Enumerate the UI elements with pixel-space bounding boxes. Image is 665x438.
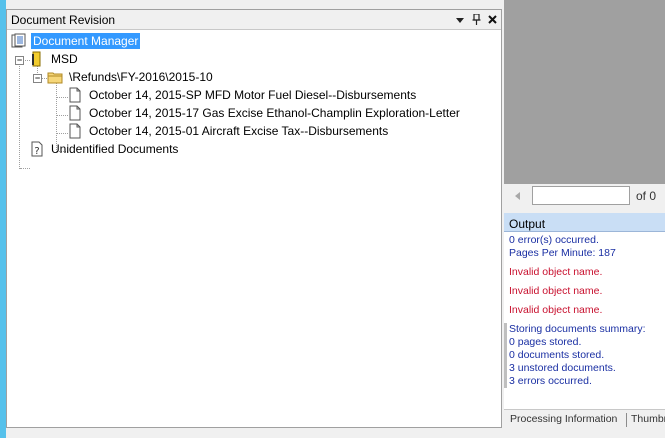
svg-text:?: ? bbox=[34, 146, 39, 157]
output-line: 0 documents stored. bbox=[509, 349, 605, 361]
output-line: Invalid object name. bbox=[509, 285, 603, 297]
close-icon[interactable] bbox=[487, 13, 497, 26]
document-revision-pane: Document Revision − − Document Manager M… bbox=[6, 9, 502, 428]
folder-icon bbox=[47, 69, 63, 85]
tab-processing-information[interactable]: Processing Information bbox=[510, 413, 617, 425]
tree-node-document[interactable]: October 14, 2015-SP MFD Motor Fuel Diese… bbox=[67, 86, 418, 104]
output-line: 3 errors occurred. bbox=[509, 375, 592, 387]
output-log: 0 error(s) occurred. Pages Per Minute: 1… bbox=[504, 232, 665, 388]
tree-node-label: October 14, 2015-01 Aircraft Excise Tax-… bbox=[89, 124, 389, 138]
tree-node-document[interactable]: October 14, 2015-01 Aircraft Excise Tax-… bbox=[67, 122, 390, 140]
tree-line bbox=[19, 57, 20, 169]
pin-icon[interactable] bbox=[471, 13, 481, 26]
tree-node-label: Document Manager bbox=[31, 33, 141, 49]
document-icon bbox=[67, 87, 83, 103]
tree-node-label: October 14, 2015-17 Gas Excise Ethanol-C… bbox=[89, 106, 460, 120]
dropdown-icon[interactable] bbox=[455, 13, 465, 26]
pane-controls bbox=[455, 13, 497, 26]
tree-node-folder[interactable]: \Refunds\FY-2016\2015-10 bbox=[47, 68, 215, 86]
page-number-input[interactable] bbox=[532, 186, 630, 205]
tree-node-label: \Refunds\FY-2016\2015-10 bbox=[69, 70, 213, 84]
pane-header: Document Revision bbox=[7, 10, 501, 30]
previous-page-icon[interactable] bbox=[512, 190, 524, 202]
document-icon bbox=[67, 105, 83, 121]
document-manager-icon bbox=[11, 33, 27, 49]
folder-collapse-toggle[interactable]: − bbox=[33, 74, 42, 83]
tree-node-label: MSD bbox=[51, 52, 78, 66]
output-pane: Output 0 error(s) occurred. Pages Per Mi… bbox=[504, 213, 665, 409]
msd-collapse-toggle[interactable]: − bbox=[15, 56, 24, 65]
output-line: 3 unstored documents. bbox=[509, 362, 616, 374]
tree-line bbox=[20, 168, 30, 169]
tree-node-label: Unidentified Documents bbox=[51, 142, 179, 156]
tab-thumbnails[interactable]: Thumbn bbox=[631, 413, 665, 425]
tree-node-label: October 14, 2015-SP MFD Motor Fuel Diese… bbox=[89, 88, 417, 102]
cabinet-icon bbox=[29, 51, 45, 67]
output-line: Pages Per Minute: 187 bbox=[509, 247, 616, 259]
page-preview-area bbox=[504, 0, 665, 184]
storing-summary: Storing documents summary: 0 pages store… bbox=[504, 323, 665, 388]
document-icon bbox=[67, 123, 83, 139]
tree-node-msd[interactable]: MSD bbox=[29, 50, 80, 68]
question-document-icon: ? bbox=[29, 141, 45, 157]
page-navigator: of 0 bbox=[504, 184, 665, 209]
tab-separator bbox=[626, 413, 627, 427]
output-line: 0 error(s) occurred. bbox=[509, 234, 599, 246]
output-line: Storing documents summary: bbox=[509, 323, 646, 335]
tree-node-unidentified[interactable]: ? Unidentified Documents bbox=[29, 140, 180, 158]
pane-title: Document Revision bbox=[11, 13, 116, 27]
tree-node-document-manager[interactable]: Document Manager bbox=[11, 32, 141, 50]
tree-node-document[interactable]: October 14, 2015-17 Gas Excise Ethanol-C… bbox=[67, 104, 462, 122]
output-line: Invalid object name. bbox=[509, 266, 603, 278]
bottom-tabs: Processing Information Thumbn bbox=[504, 409, 665, 430]
output-header: Output bbox=[504, 213, 665, 232]
output-line: 0 pages stored. bbox=[509, 336, 582, 348]
page-count-label: of 0 bbox=[636, 189, 657, 203]
output-line: Invalid object name. bbox=[509, 304, 603, 316]
